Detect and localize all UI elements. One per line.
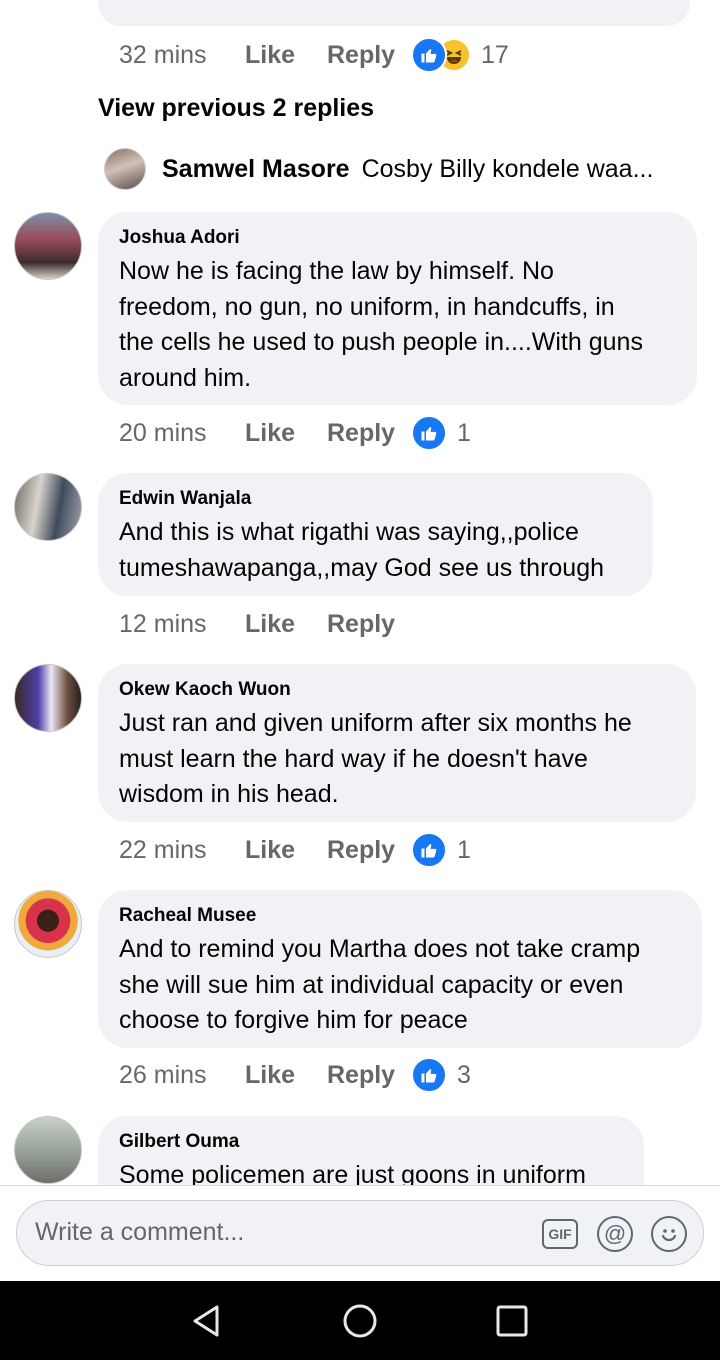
reactions[interactable]: 1: [411, 832, 471, 868]
like-button[interactable]: Like: [245, 610, 327, 639]
android-navigation-bar: [0, 1281, 720, 1360]
reactions[interactable]: 1: [411, 415, 471, 451]
comment-author-name[interactable]: Gilbert Ouma: [119, 1130, 623, 1154]
reactions[interactable]: 3: [411, 1057, 471, 1093]
comment-bubble: Gilbert Ouma Some policemen are just goo…: [98, 1116, 644, 1185]
comment-text: Now he is facing the law by himself. No …: [119, 257, 643, 392]
comment-text: Just ran and given uniform after six mon…: [119, 709, 632, 808]
comment-author-name[interactable]: Joshua Adori: [119, 226, 676, 250]
comment-bubble: Edwin Wanjala And this is what rigathi w…: [98, 473, 653, 596]
thumbs-up-icon: [411, 37, 447, 73]
comment-composer: Write a comment... GIF @: [0, 1185, 720, 1282]
reply-author-name[interactable]: Samwel Masore: [162, 155, 350, 184]
reply-button[interactable]: Reply: [327, 836, 411, 865]
comment-text: Some policemen are just goons in uniform: [119, 1161, 586, 1185]
home-circle-icon[interactable]: [340, 1301, 380, 1341]
comment-input[interactable]: Write a comment... GIF @: [16, 1200, 704, 1266]
avatar[interactable]: [14, 890, 82, 958]
comment-text: And this is what rigathi was saying,,pol…: [119, 518, 605, 582]
comments-feed[interactable]: 32 mins Like Reply 17 View previous 2 re…: [0, 0, 720, 1185]
like-button[interactable]: Like: [245, 41, 327, 70]
reply-button[interactable]: Reply: [327, 610, 411, 639]
top-reply-meta: 32 mins Like Reply 17: [119, 35, 509, 75]
comment-time: 26 mins: [119, 1060, 207, 1089]
thumbs-up-icon: [411, 1057, 447, 1093]
avatar[interactable]: [104, 148, 146, 190]
reply-button[interactable]: Reply: [327, 419, 411, 448]
comment-input-placeholder: Write a comment...: [35, 1218, 245, 1246]
comment-bubble: Joshua Adori Now he is facing the law by…: [98, 212, 697, 405]
comment-bubble: Okew Kaoch Wuon Just ran and given unifo…: [98, 664, 696, 822]
comment-time: 22 mins: [119, 835, 207, 864]
comment-time: 32 mins: [119, 40, 207, 69]
comment-author-name[interactable]: Edwin Wanjala: [119, 487, 632, 511]
comment-meta: 12 mins Like Reply: [119, 604, 411, 644]
emoji-icon[interactable]: [651, 1216, 687, 1252]
avatar[interactable]: [14, 1116, 82, 1184]
like-button[interactable]: Like: [245, 836, 327, 865]
thumbs-up-icon: [411, 832, 447, 868]
recents-square-icon[interactable]: [492, 1301, 532, 1341]
previous-comment-bubble: [98, 0, 690, 26]
comment-author-name[interactable]: Okew Kaoch Wuon: [119, 678, 675, 702]
comment-time: 12 mins: [119, 609, 207, 638]
reply-button[interactable]: Reply: [327, 41, 411, 70]
avatar[interactable]: [14, 473, 82, 541]
mention-icon[interactable]: @: [597, 1216, 633, 1252]
comment-text: And to remind you Martha does not take c…: [119, 935, 641, 1034]
avatar[interactable]: [14, 664, 82, 732]
nested-reply[interactable]: Samwel Masore Cosby Billy kondele waa...: [104, 148, 653, 190]
comment-meta: 22 mins Like Reply 1: [119, 830, 471, 870]
reaction-count: 17: [481, 40, 509, 69]
reply-text: Cosby Billy kondele waa...: [361, 154, 654, 183]
reaction-count: 1: [457, 835, 471, 864]
gif-icon[interactable]: GIF: [542, 1219, 578, 1249]
reactions[interactable]: 17: [411, 37, 509, 73]
reaction-count: 1: [457, 418, 471, 447]
thumbs-up-icon: [411, 415, 447, 451]
comment-meta: 26 mins Like Reply 3: [119, 1055, 471, 1095]
avatar[interactable]: [14, 212, 82, 280]
comment-meta: 20 mins Like Reply 1: [119, 413, 471, 453]
like-button[interactable]: Like: [245, 419, 327, 448]
comment-time: 20 mins: [119, 418, 207, 447]
reaction-count: 3: [457, 1060, 471, 1089]
like-button[interactable]: Like: [245, 1061, 327, 1090]
back-triangle-icon[interactable]: [187, 1301, 227, 1341]
reply-button[interactable]: Reply: [327, 1061, 411, 1090]
comment-bubble: Racheal Musee And to remind you Martha d…: [98, 890, 702, 1048]
comment-author-name[interactable]: Racheal Musee: [119, 904, 681, 928]
view-previous-replies-link[interactable]: View previous 2 replies: [98, 94, 374, 123]
